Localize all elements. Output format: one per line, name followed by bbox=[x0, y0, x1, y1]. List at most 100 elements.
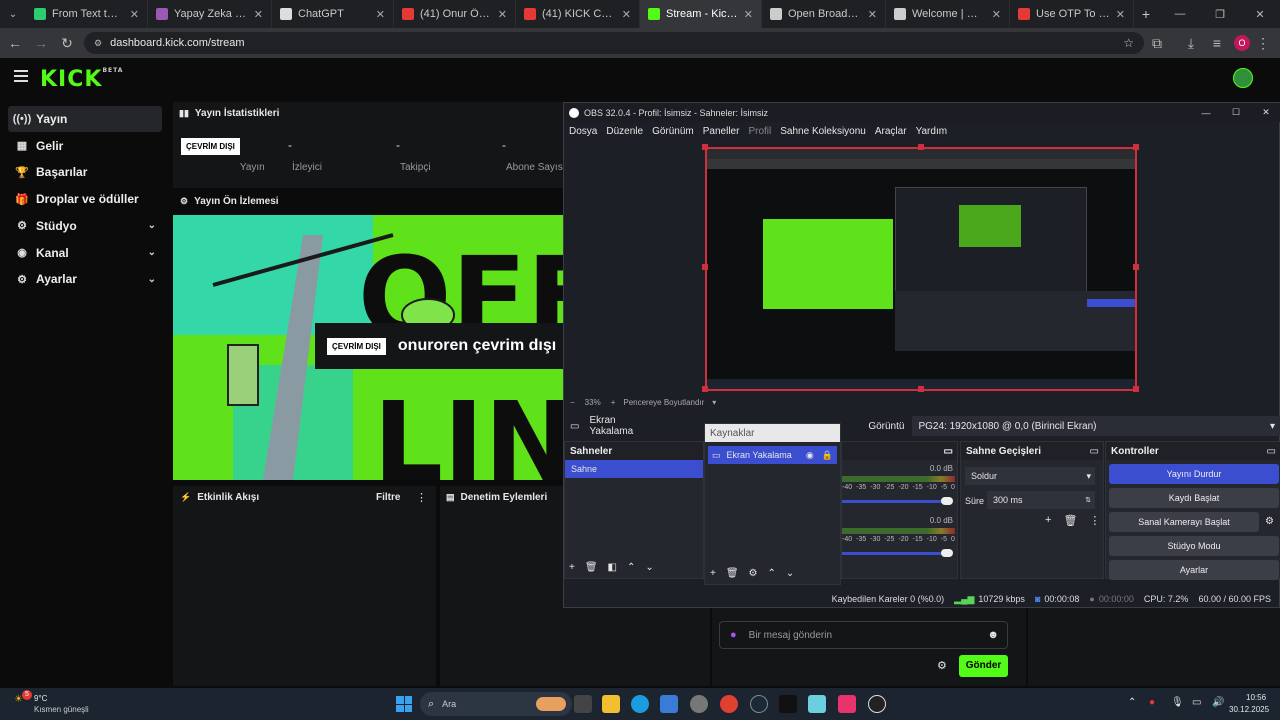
filter-icon[interactable]: ◧ bbox=[608, 562, 617, 573]
chat-input[interactable]: ● Bir mesaj gönderin ☻ bbox=[719, 621, 1008, 649]
chrome-icon[interactable] bbox=[720, 695, 738, 713]
more-options-icon[interactable]: ⋮ bbox=[416, 491, 427, 504]
reload-button[interactable]: ↻ bbox=[54, 35, 80, 52]
close-tab-icon[interactable]: ✕ bbox=[498, 8, 507, 21]
chevron-down-icon[interactable]: ▾ bbox=[712, 398, 716, 407]
scene-item[interactable]: Sahne bbox=[565, 460, 703, 478]
close-tab-icon[interactable]: ✕ bbox=[744, 8, 753, 21]
clock-date[interactable]: 30.12.2025 bbox=[1229, 705, 1269, 714]
clock-time[interactable]: 10:56 bbox=[1246, 693, 1266, 702]
minimize-window-button[interactable]: — bbox=[1160, 8, 1200, 21]
eye-icon[interactable]: ◉ bbox=[806, 450, 814, 461]
trash-icon[interactable]: 🗑 bbox=[1063, 514, 1077, 527]
sidebar-item-channel[interactable]: ◉ Kanal ⌄ bbox=[8, 240, 162, 266]
more-options-icon[interactable]: ⋮ bbox=[1089, 514, 1100, 527]
task-view-icon[interactable] bbox=[574, 695, 592, 713]
start-virtual-camera-button[interactable]: Sanal Kamerayı Başlat bbox=[1109, 512, 1259, 532]
close-window-button[interactable]: ✕ bbox=[1240, 8, 1280, 21]
zoom-out-button[interactable]: − bbox=[570, 398, 575, 407]
obs-maximize-button[interactable]: ☐ bbox=[1221, 107, 1251, 118]
emoji-icon[interactable]: ☻ bbox=[987, 629, 999, 641]
browser-tab[interactable]: From Text to Sound, ✕ bbox=[26, 0, 148, 28]
add-icon[interactable]: + bbox=[710, 568, 716, 579]
browser-tab[interactable]: Open Broadcaster So ✕ bbox=[762, 0, 886, 28]
resize-handle[interactable] bbox=[1133, 144, 1139, 150]
chat-settings-icon[interactable]: ⚙ bbox=[937, 659, 947, 672]
resize-handle[interactable] bbox=[702, 264, 708, 270]
new-tab-button[interactable]: + bbox=[1134, 6, 1158, 22]
obs-menu-item[interactable]: Düzenle bbox=[606, 126, 643, 137]
user-avatar[interactable] bbox=[1233, 68, 1253, 88]
tiktok-icon[interactable] bbox=[779, 695, 797, 713]
trash-icon[interactable]: 🗑 bbox=[585, 562, 598, 573]
browser-menu-icon[interactable]: ⋮ bbox=[1250, 35, 1276, 52]
volume-icon[interactable]: 🔊 bbox=[1212, 697, 1224, 708]
browser-tab[interactable]: (41) Onur Ören - You ✕ bbox=[394, 0, 516, 28]
resize-handle[interactable] bbox=[702, 144, 708, 150]
zoom-in-button[interactable]: + bbox=[611, 398, 616, 407]
browser-tab[interactable]: Welcome | OBS ✕ bbox=[886, 0, 1010, 28]
obs-preview-canvas[interactable] bbox=[705, 147, 1137, 391]
close-tab-icon[interactable]: ✕ bbox=[992, 8, 1001, 21]
taskbar-search[interactable]: ⌕ Ara bbox=[420, 692, 572, 716]
display-select[interactable]: PG24: 1920x1080 @ 0,0 (Birincil Ekran) ▾ bbox=[912, 416, 1280, 436]
move-up-icon[interactable]: ⌃ bbox=[627, 562, 635, 573]
send-button[interactable]: Gönder bbox=[959, 655, 1008, 677]
sidebar-item-drops[interactable]: 🎁 Droplar ve ödüller bbox=[8, 186, 162, 212]
close-tab-icon[interactable]: ✕ bbox=[254, 8, 263, 21]
close-tab-icon[interactable]: ✕ bbox=[868, 8, 877, 21]
resize-handle[interactable] bbox=[918, 144, 924, 150]
source-item[interactable]: ▭ Ekran Yakalama ◉ 🔒 bbox=[708, 446, 837, 464]
obs-menu-item[interactable]: Paneller bbox=[703, 126, 740, 137]
start-button[interactable] bbox=[396, 696, 412, 712]
browser-tab[interactable]: Use OTP To Proceed ✕ bbox=[1010, 0, 1134, 28]
start-recording-button[interactable]: Kaydı Başlat bbox=[1109, 488, 1279, 508]
tab-list-dropdown[interactable]: ⌄ bbox=[0, 9, 26, 20]
steam-icon[interactable] bbox=[750, 695, 768, 713]
volume-slider[interactable] bbox=[842, 497, 953, 505]
close-tab-icon[interactable]: ✕ bbox=[376, 8, 385, 21]
sidebar-item-settings[interactable]: ⚙ Ayarlar ⌄ bbox=[8, 266, 162, 292]
close-tab-icon[interactable]: ✕ bbox=[130, 8, 139, 21]
extensions-icon[interactable]: ⧉ bbox=[1144, 35, 1170, 52]
settings-app-icon[interactable] bbox=[690, 695, 708, 713]
browser-tab[interactable]: Yapay Zeka Destekli M ✕ bbox=[148, 0, 272, 28]
network-icon[interactable]: ▭ bbox=[1192, 697, 1201, 708]
bookmark-star-icon[interactable]: ☆ bbox=[1123, 36, 1134, 50]
url-field[interactable]: ⚙ dashboard.kick.com/stream ☆ bbox=[84, 32, 1144, 54]
dock-menu-icon[interactable]: ▭ bbox=[1267, 446, 1276, 457]
resize-handle[interactable] bbox=[1133, 264, 1139, 270]
move-up-icon[interactable]: ⌃ bbox=[768, 568, 776, 579]
gear-icon[interactable]: ⚙ bbox=[1265, 516, 1274, 527]
browser-tab[interactable]: Stream - Kick Dashbo ✕ bbox=[640, 0, 762, 28]
add-icon[interactable]: + bbox=[1045, 514, 1051, 527]
trash-icon[interactable]: 🗑 bbox=[726, 568, 739, 579]
obs-menu-item[interactable]: Dosya bbox=[569, 126, 597, 137]
browser-tab[interactable]: (41) KICK CANLI YAYI ✕ bbox=[516, 0, 640, 28]
resize-handle[interactable] bbox=[918, 386, 924, 392]
move-down-icon[interactable]: ⌄ bbox=[645, 562, 653, 573]
sidebar-item-studio[interactable]: ⚙ Stüdyo ⌄ bbox=[8, 213, 162, 239]
obs-menu-item[interactable]: Yardım bbox=[916, 126, 948, 137]
media-controls-icon[interactable]: ≡ bbox=[1204, 35, 1230, 51]
file-explorer-icon[interactable] bbox=[602, 695, 620, 713]
resize-handle[interactable] bbox=[1133, 386, 1139, 392]
studio-mode-button[interactable]: Stüdyo Modu bbox=[1109, 536, 1279, 556]
close-tab-icon[interactable]: ✕ bbox=[1116, 8, 1125, 21]
dock-menu-icon[interactable]: ▭ bbox=[1090, 446, 1099, 457]
obs-taskbar-icon[interactable] bbox=[868, 695, 886, 713]
microphone-icon[interactable]: ● bbox=[730, 629, 737, 641]
add-icon[interactable]: + bbox=[569, 562, 575, 573]
site-info-icon[interactable]: ⚙ bbox=[94, 38, 102, 49]
profile-avatar[interactable]: O bbox=[1234, 35, 1250, 51]
tiktok-live-icon[interactable] bbox=[838, 695, 856, 713]
obs-menu-item[interactable]: Profil bbox=[748, 126, 771, 137]
stepper-icon[interactable]: ⇅ bbox=[1085, 496, 1091, 504]
microphone-tray-icon[interactable]: 🎙 bbox=[1171, 697, 1184, 708]
sidebar-item-stream[interactable]: ((•)) Yayın bbox=[8, 106, 162, 132]
move-down-icon[interactable]: ⌄ bbox=[786, 568, 794, 579]
transition-select[interactable]: Soldur ▾ bbox=[965, 467, 1095, 485]
settings-icon[interactable]: ⚙ bbox=[749, 568, 758, 579]
volume-slider[interactable] bbox=[842, 549, 953, 557]
duration-input[interactable]: 300 ms ⇅ bbox=[987, 491, 1095, 509]
